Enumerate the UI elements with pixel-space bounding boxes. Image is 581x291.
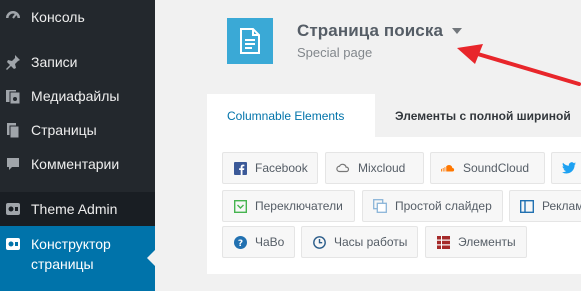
sidebar-item-label: Конструктор страницы <box>31 234 111 274</box>
facebook-icon <box>233 161 247 175</box>
toggle-icon <box>233 199 247 213</box>
sidebar-item-label: Страницы <box>31 122 97 138</box>
element-mixcloud-button[interactable]: Mixcloud <box>325 152 424 184</box>
grid-icon <box>436 235 450 249</box>
element-label: ЧаВо <box>255 235 285 249</box>
element-ads-button[interactable]: Реклам <box>509 190 581 222</box>
sidebar-item-label: Theme Admin <box>31 201 118 217</box>
clock-icon <box>312 235 326 249</box>
element-label: Реклам <box>542 199 581 213</box>
element-simple-slider-button[interactable]: Простой слайдер <box>362 190 503 222</box>
cloud-icon <box>336 161 350 175</box>
element-soundcloud-button[interactable]: SoundCloud <box>430 152 545 184</box>
tab-columnable-elements[interactable]: Columnable Elements <box>207 94 375 137</box>
element-label: Элементы <box>458 235 516 249</box>
sidebar-item-comments[interactable]: Комментарии <box>0 147 155 181</box>
pin-icon <box>3 52 23 72</box>
element-label: Простой слайдер <box>395 199 492 213</box>
sidebar-item-label: Консоль <box>31 9 85 25</box>
element-toggles-button[interactable]: Переключатели <box>222 190 355 222</box>
pages-icon <box>3 120 23 140</box>
sidebar-item-label: Записи <box>31 54 78 70</box>
slider-icon <box>373 199 387 213</box>
red-arrow-annotation <box>457 44 581 86</box>
question-icon: ? <box>233 235 247 249</box>
element-label: SoundCloud <box>463 161 530 175</box>
sidebar-item-media[interactable]: Медиафайлы <box>0 79 155 113</box>
sidebar-item-posts[interactable]: Записи <box>0 45 155 79</box>
page-title[interactable]: Страница поиска <box>297 21 443 41</box>
dashboard-icon <box>3 7 23 27</box>
element-elements-button[interactable]: Элементы <box>425 226 527 258</box>
element-twitter-button[interactable] <box>551 152 581 184</box>
element-working-hours-button[interactable]: Часы работы <box>301 226 418 258</box>
element-facebook-button[interactable]: Facebook <box>222 152 318 184</box>
element-label: Facebook <box>255 161 308 175</box>
sidebar-item-page-builder[interactable]: Конструктор страницы <box>0 226 155 291</box>
sidebar-item-label: Комментарии <box>31 156 120 172</box>
label-line-2: страницы <box>31 256 94 272</box>
element-faq-button[interactable]: ? ЧаВо <box>222 226 295 258</box>
media-icon <box>3 86 23 106</box>
active-indicator <box>147 250 155 266</box>
element-label: Часы работы <box>334 235 408 249</box>
element-label: Переключатели <box>255 199 343 213</box>
sidebar-item-pages[interactable]: Страницы <box>0 113 155 147</box>
chevron-down-icon[interactable] <box>452 28 462 34</box>
sidebar-item-label: Медиафайлы <box>31 88 120 104</box>
svg-text:?: ? <box>237 239 242 249</box>
document-icon <box>227 18 273 64</box>
sidebar-item-dashboard[interactable]: Консоль <box>0 0 155 34</box>
builder-icon <box>3 234 23 254</box>
comments-icon <box>3 154 23 174</box>
soundcloud-icon <box>441 161 455 175</box>
page-subtitle: Special page <box>297 45 373 60</box>
sidebar-item-theme-admin[interactable]: Theme Admin <box>0 192 155 226</box>
tab-full-width-elements[interactable]: Элементы с полной шириной <box>395 94 581 137</box>
ad-icon <box>520 199 534 213</box>
label-line-1: Конструктор <box>31 236 111 252</box>
twitter-icon <box>562 161 576 175</box>
element-label: Mixcloud <box>358 161 406 175</box>
theme-admin-icon <box>3 199 23 219</box>
